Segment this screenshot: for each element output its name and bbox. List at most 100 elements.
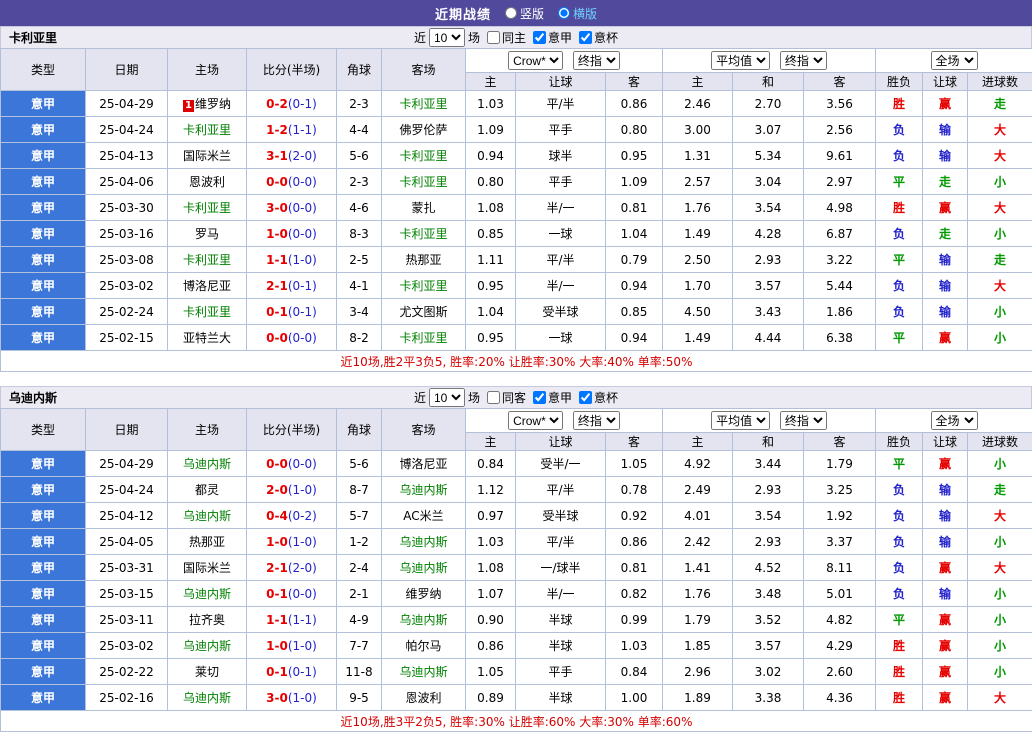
same-venue-checkbox[interactable]: 同客 bbox=[486, 389, 526, 406]
away-team-name[interactable]: 卡利亚里 bbox=[399, 227, 447, 241]
home-team-cell[interactable]: 国际米兰 bbox=[167, 554, 247, 581]
score-cell[interactable]: 3-0(0-0) bbox=[246, 194, 337, 221]
average-final-select[interactable]: 终指 bbox=[779, 51, 827, 70]
away-team-cell[interactable]: 卡利亚里 bbox=[381, 324, 466, 351]
score-cell[interactable]: 1-1(1-1) bbox=[246, 606, 337, 633]
away-team-cell[interactable]: 卡利亚里 bbox=[381, 90, 466, 117]
cup-checkbox[interactable]: 意杯 bbox=[579, 29, 618, 46]
away-team-cell[interactable]: 乌迪内斯 bbox=[381, 554, 466, 581]
bookmaker-select[interactable]: Crow* bbox=[508, 51, 564, 70]
away-team-name[interactable]: 维罗纳 bbox=[405, 587, 441, 601]
home-team-cell[interactable]: 亚特兰大 bbox=[167, 324, 247, 351]
average-select[interactable]: 平均值 bbox=[711, 411, 771, 430]
league-input[interactable] bbox=[533, 31, 546, 44]
home-team-cell[interactable]: 莱切 bbox=[167, 658, 247, 685]
home-team-name[interactable]: 卡利亚里 bbox=[183, 253, 231, 267]
horizontal-view-radio[interactable] bbox=[558, 7, 570, 19]
score-cell[interactable]: 2-1(0-1) bbox=[246, 272, 337, 299]
score-cell[interactable]: 1-2(1-1) bbox=[246, 116, 337, 143]
average-select[interactable]: 平均值 bbox=[711, 51, 771, 70]
league-input[interactable] bbox=[533, 391, 546, 404]
home-team-cell[interactable]: 拉齐奥 bbox=[167, 606, 247, 633]
away-team-name[interactable]: 尤文图斯 bbox=[399, 305, 447, 319]
home-team-cell[interactable]: 都灵 bbox=[167, 476, 247, 503]
home-team-cell[interactable]: 乌迪内斯 bbox=[167, 632, 247, 659]
home-team-name[interactable]: 卡利亚里 bbox=[183, 201, 231, 215]
home-team-name[interactable]: 乌迪内斯 bbox=[183, 509, 231, 523]
home-team-name[interactable]: 乌迪内斯 bbox=[183, 691, 231, 705]
view-option-horizontal[interactable]: 横版 bbox=[558, 5, 597, 22]
score-cell[interactable]: 0-4(0-2) bbox=[246, 502, 337, 529]
home-team-name[interactable]: 卡利亚里 bbox=[183, 123, 231, 137]
bookmaker-final-select[interactable]: 终指 bbox=[572, 51, 620, 70]
league-checkbox[interactable]: 意甲 bbox=[533, 389, 572, 406]
away-team-cell[interactable]: 卡利亚里 bbox=[381, 220, 466, 247]
home-team-cell[interactable]: 恩波利 bbox=[167, 168, 247, 195]
score-cell[interactable]: 2-1(2-0) bbox=[246, 554, 337, 581]
home-team-cell[interactable]: 1 维罗纳 bbox=[167, 90, 247, 117]
recent-count-select[interactable]: 10 bbox=[428, 28, 465, 47]
home-team-name[interactable]: 恩波利 bbox=[189, 175, 225, 189]
away-team-cell[interactable]: 帕尔马 bbox=[381, 632, 466, 659]
home-team-name[interactable]: 亚特兰大 bbox=[183, 331, 231, 345]
away-team-name[interactable]: 卡利亚里 bbox=[399, 97, 447, 111]
away-team-name[interactable]: 乌迪内斯 bbox=[399, 483, 447, 497]
score-cell[interactable]: 3-0(1-0) bbox=[246, 684, 337, 711]
home-team-name[interactable]: 莱切 bbox=[195, 665, 219, 679]
score-cell[interactable]: 1-0(1-0) bbox=[246, 528, 337, 555]
home-team-name[interactable]: 都灵 bbox=[195, 483, 219, 497]
home-team-name[interactable]: 乌迪内斯 bbox=[183, 587, 231, 601]
home-team-name[interactable]: 博洛尼亚 bbox=[183, 279, 231, 293]
away-team-cell[interactable]: 博洛尼亚 bbox=[381, 450, 466, 477]
score-cell[interactable]: 1-1(1-0) bbox=[246, 246, 337, 273]
home-team-cell[interactable]: 乌迪内斯 bbox=[167, 502, 247, 529]
score-cell[interactable]: 0-1(0-0) bbox=[246, 580, 337, 607]
scope-select[interactable]: 全场 bbox=[930, 51, 978, 70]
recent-count-select[interactable]: 10 bbox=[428, 388, 465, 407]
away-team-cell[interactable]: 乌迪内斯 bbox=[381, 606, 466, 633]
home-team-cell[interactable]: 乌迪内斯 bbox=[167, 580, 247, 607]
away-team-cell[interactable]: 佛罗伦萨 bbox=[381, 116, 466, 143]
score-cell[interactable]: 0-2(0-1) bbox=[246, 90, 337, 117]
home-team-cell[interactable]: 卡利亚里 bbox=[167, 194, 247, 221]
home-team-name[interactable]: 乌迪内斯 bbox=[183, 639, 231, 653]
away-team-name[interactable]: 卡利亚里 bbox=[399, 175, 447, 189]
cup-input[interactable] bbox=[579, 391, 593, 404]
same-venue-input[interactable] bbox=[486, 391, 500, 404]
home-team-name[interactable]: 热那亚 bbox=[189, 535, 225, 549]
away-team-cell[interactable]: 卡利亚里 bbox=[381, 142, 466, 169]
away-team-name[interactable]: 卡利亚里 bbox=[399, 279, 447, 293]
score-cell[interactable]: 1-0(1-0) bbox=[246, 632, 337, 659]
score-cell[interactable]: 0-0(0-0) bbox=[246, 450, 337, 477]
league-checkbox[interactable]: 意甲 bbox=[533, 29, 572, 46]
same-venue-checkbox[interactable]: 同主 bbox=[486, 29, 526, 46]
away-team-name[interactable]: 卡利亚里 bbox=[399, 331, 447, 345]
away-team-name[interactable]: 佛罗伦萨 bbox=[399, 123, 447, 137]
same-venue-input[interactable] bbox=[486, 31, 500, 44]
home-team-cell[interactable]: 卡利亚里 bbox=[167, 116, 247, 143]
away-team-name[interactable]: 乌迪内斯 bbox=[399, 613, 447, 627]
score-cell[interactable]: 0-1(0-1) bbox=[246, 658, 337, 685]
home-team-name[interactable]: 罗马 bbox=[195, 227, 219, 241]
home-team-name[interactable]: 卡利亚里 bbox=[183, 305, 231, 319]
away-team-cell[interactable]: 恩波利 bbox=[381, 684, 466, 711]
scope-select[interactable]: 全场 bbox=[930, 411, 978, 430]
away-team-cell[interactable]: 乌迪内斯 bbox=[381, 658, 466, 685]
away-team-name[interactable]: 卡利亚里 bbox=[399, 149, 447, 163]
home-team-name[interactable]: 国际米兰 bbox=[183, 149, 231, 163]
away-team-cell[interactable]: 尤文图斯 bbox=[381, 298, 466, 325]
away-team-name[interactable]: 蒙扎 bbox=[411, 201, 435, 215]
home-team-cell[interactable]: 博洛尼亚 bbox=[167, 272, 247, 299]
vertical-view-radio[interactable] bbox=[504, 7, 517, 19]
away-team-cell[interactable]: 热那亚 bbox=[381, 246, 466, 273]
home-team-cell[interactable]: 国际米兰 bbox=[167, 142, 247, 169]
away-team-cell[interactable]: 卡利亚里 bbox=[381, 168, 466, 195]
home-team-name[interactable]: 维罗纳 bbox=[195, 97, 231, 111]
home-team-name[interactable]: 乌迪内斯 bbox=[183, 457, 231, 471]
away-team-cell[interactable]: 乌迪内斯 bbox=[381, 528, 466, 555]
away-team-cell[interactable]: 维罗纳 bbox=[381, 580, 466, 607]
score-cell[interactable]: 0-0(0-0) bbox=[246, 324, 337, 351]
home-team-cell[interactable]: 热那亚 bbox=[167, 528, 247, 555]
bookmaker-select[interactable]: Crow* bbox=[508, 411, 564, 430]
away-team-name[interactable]: AC米兰 bbox=[403, 509, 443, 523]
